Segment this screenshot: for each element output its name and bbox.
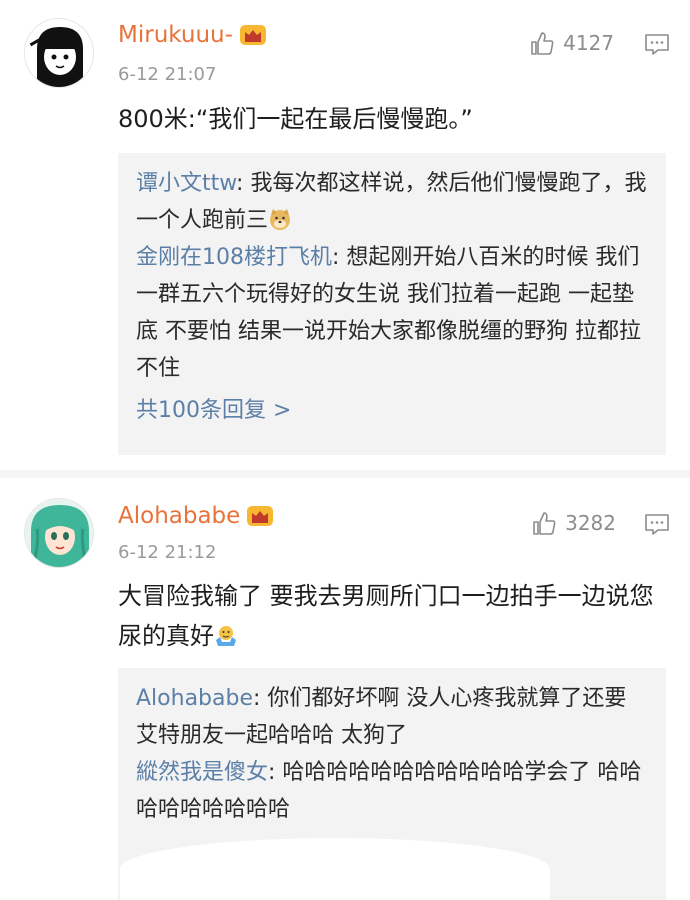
- shrug-emoji: [216, 626, 236, 646]
- like-button[interactable]: 3282: [531, 510, 616, 536]
- comment-text: 800米:“我们一起在最后慢慢跑。”: [118, 105, 473, 133]
- more-replies-link[interactable]: 共100条回复 >: [136, 391, 648, 431]
- reply-username[interactable]: 谭小文ttw: [136, 171, 236, 196]
- crown-icon: [239, 25, 266, 45]
- divider: [0, 470, 690, 478]
- reply-item: Alohababe: 你们都好坏啊 没人心疼我就算了还要艾特朋友一起哈哈哈 太狗…: [136, 686, 627, 748]
- like-count: 4127: [563, 31, 614, 55]
- reply-box: 谭小文ttw: 我每次都这样说，然后他们慢慢跑了，我一个人跑前三 金刚在108楼…: [118, 153, 666, 455]
- avatar[interactable]: [24, 498, 94, 568]
- reply-username[interactable]: 縱然我是傻女: [136, 760, 268, 785]
- doge-emoji: [270, 209, 291, 230]
- thumbs-up-icon: [533, 512, 556, 535]
- reply-username[interactable]: 金刚在108楼打飞机: [136, 245, 332, 270]
- reply-username[interactable]: Alohababe: [136, 686, 253, 711]
- avatar[interactable]: [24, 18, 94, 88]
- comment-item: Alohababe 6-12 21:12 3282 大冒险我输了 要我去男厕所门…: [0, 478, 690, 900]
- reply-item: 谭小文ttw: 我每次都这样说，然后他们慢慢跑了，我一个人跑前三: [136, 171, 647, 233]
- obscured-area: [120, 838, 550, 900]
- username[interactable]: Mirukuuu-: [118, 22, 267, 48]
- reply-item: 金刚在108楼打飞机: 想起刚开始八百米的时候 我们一群五六个玩得好的女生说 我…: [136, 245, 641, 381]
- comment-icon[interactable]: [644, 32, 670, 56]
- timestamp: 6-12 21:12: [118, 542, 217, 563]
- username[interactable]: Alohababe: [118, 503, 274, 529]
- thumbs-up-icon: [531, 32, 554, 55]
- comment-text: 大冒险我输了 要我去男厕所门口一边拍手一边说您尿的真好: [118, 582, 654, 650]
- comment-item: Mirukuuu- 6-12 21:07 4127 800米:“我们一起在最后慢…: [0, 0, 690, 470]
- like-button[interactable]: 4127: [529, 30, 614, 56]
- like-count: 3282: [565, 511, 616, 535]
- crown-icon: [247, 506, 274, 526]
- comment-icon[interactable]: [644, 512, 670, 536]
- reply-item: 縱然我是傻女: 哈哈哈哈哈哈哈哈哈哈哈学会了 哈哈哈哈哈哈哈哈哈: [136, 760, 642, 822]
- timestamp: 6-12 21:07: [118, 64, 217, 85]
